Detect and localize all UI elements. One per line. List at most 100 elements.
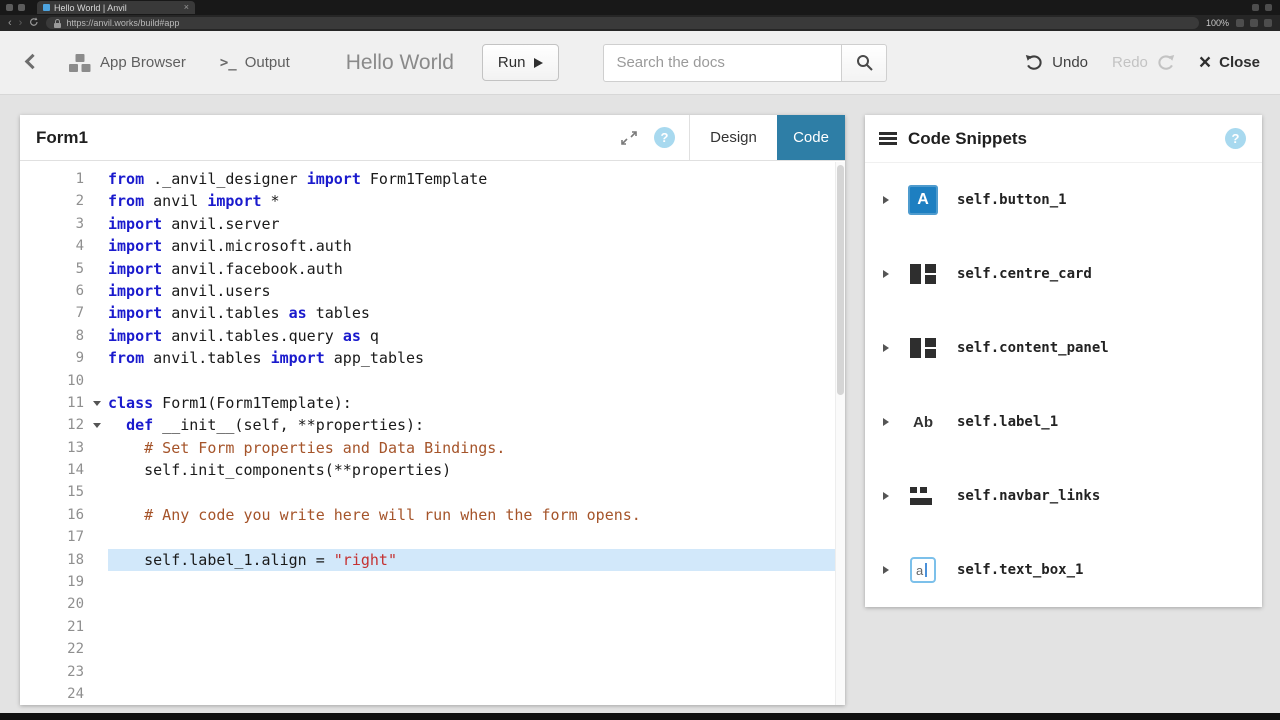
code-line[interactable]: 12 def __init__(self, **properties): [20, 414, 835, 436]
code-line[interactable]: 18 self.label_1.align = "right" [20, 549, 835, 571]
window-controls[interactable] [6, 4, 25, 11]
code-line[interactable]: 22 [20, 638, 835, 660]
code-text [108, 481, 835, 503]
code-line[interactable]: 9from anvil.tables import app_tables [20, 347, 835, 369]
line-number: 6 [20, 280, 108, 302]
back-button[interactable] [22, 53, 42, 73]
code-line[interactable]: 23 [20, 661, 835, 683]
form-help-button[interactable]: ? [654, 127, 675, 148]
code-line[interactable]: 2from anvil import * [20, 190, 835, 212]
browser-tab[interactable]: Hello World | Anvil × [37, 1, 195, 14]
window-control-icon[interactable] [18, 4, 25, 11]
expand-icon [620, 130, 638, 146]
code-line[interactable]: 8import anvil.tables.query as q [20, 325, 835, 347]
app-title: Hello World [346, 51, 454, 75]
snippets-header: Code Snippets ? [865, 115, 1262, 163]
snippet-icon-wrap: a [901, 557, 945, 583]
browser-extension-icons[interactable] [1252, 4, 1272, 11]
snippet-item[interactable]: aself.text_box_1 [865, 533, 1262, 607]
tab-close-icon[interactable]: × [184, 3, 189, 12]
code-line[interactable]: 16 # Any code you write here will run wh… [20, 504, 835, 526]
app-browser-label: App Browser [100, 54, 186, 71]
code-line[interactable]: 19 [20, 571, 835, 593]
code-line[interactable]: 1from ._anvil_designer import Form1Templ… [20, 168, 835, 190]
line-number: 5 [20, 258, 108, 280]
app-browser-button[interactable]: App Browser [68, 53, 186, 73]
code-line[interactable]: 5import anvil.facebook.auth [20, 258, 835, 280]
browser-toolbar-icons[interactable] [1236, 19, 1272, 27]
line-number: 20 [20, 593, 108, 615]
redo-icon [1156, 54, 1175, 71]
undo-button[interactable]: Undo [1025, 54, 1088, 71]
expand-button[interactable] [620, 130, 638, 146]
code-text: import anvil.tables.query as q [108, 325, 835, 347]
tab-design[interactable]: Design [689, 115, 777, 160]
redo-button[interactable]: Redo [1112, 54, 1175, 71]
browser-back-icon[interactable]: ‹ [8, 18, 12, 29]
caret-right-icon[interactable] [883, 196, 889, 204]
browser-refresh-icon[interactable] [29, 17, 39, 30]
snippet-icon-wrap [901, 338, 945, 358]
code-text [108, 526, 835, 548]
code-line[interactable]: 4import anvil.microsoft.auth [20, 235, 835, 257]
snippets-title: Code Snippets [908, 129, 1027, 149]
snippet-item[interactable]: self.centre_card [865, 237, 1262, 311]
undo-icon [1025, 54, 1044, 71]
editor-scrollbar[interactable] [835, 162, 845, 705]
search-input[interactable] [603, 44, 841, 82]
line-number: 7 [20, 302, 108, 324]
code-text: import anvil.server [108, 213, 835, 235]
fold-collapse-icon[interactable] [93, 401, 101, 406]
caret-right-icon[interactable] [883, 344, 889, 352]
code-line[interactable]: 11class Form1(Form1Template): [20, 392, 835, 414]
snippets-help-button[interactable]: ? [1225, 128, 1246, 149]
redo-label: Redo [1112, 54, 1148, 71]
zoom-level[interactable]: 100% [1206, 18, 1229, 28]
line-number: 21 [20, 616, 108, 638]
app-browser-cubes-icon [68, 53, 92, 73]
code-line[interactable]: 6import anvil.users [20, 280, 835, 302]
code-line[interactable]: 24 [20, 683, 835, 705]
snippet-item[interactable]: self.content_panel [865, 311, 1262, 385]
caret-right-icon[interactable] [883, 418, 889, 426]
code-line[interactable]: 14 self.init_components(**properties) [20, 459, 835, 481]
code-line[interactable]: 17 [20, 526, 835, 548]
scrollbar-thumb[interactable] [837, 165, 844, 395]
fold-collapse-icon[interactable] [93, 423, 101, 428]
address-bar[interactable]: https://anvil.works/build#app [46, 17, 1199, 29]
code-line[interactable]: 10 [20, 370, 835, 392]
search-button[interactable] [841, 44, 887, 82]
caret-right-icon[interactable] [883, 270, 889, 278]
browser-icon[interactable] [1236, 19, 1244, 27]
code-text: self.init_components(**properties) [108, 459, 835, 481]
snippet-list: Aself.button_1self.centre_cardself.conte… [865, 163, 1262, 607]
code-text: # Any code you write here will run when … [108, 504, 835, 526]
line-number: 15 [20, 481, 108, 503]
code-line[interactable]: 3import anvil.server [20, 213, 835, 235]
snippet-item[interactable]: self.navbar_links [865, 459, 1262, 533]
browser-icon[interactable] [1264, 19, 1272, 27]
code-line[interactable]: 7import anvil.tables as tables [20, 302, 835, 324]
close-button[interactable]: × Close [1199, 54, 1260, 72]
caret-right-icon[interactable] [883, 566, 889, 574]
line-number: 16 [20, 504, 108, 526]
code-line[interactable]: 13 # Set Form properties and Data Bindin… [20, 437, 835, 459]
run-button[interactable]: Run [482, 44, 560, 81]
code-line[interactable]: 20 [20, 593, 835, 615]
snippet-item[interactable]: Aself.button_1 [865, 163, 1262, 237]
code-editor[interactable]: 1from ._anvil_designer import Form1Templ… [20, 162, 835, 705]
code-line[interactable]: 15 [20, 481, 835, 503]
snippet-label: self.button_1 [957, 192, 1067, 208]
extension-icon[interactable] [1252, 4, 1259, 11]
line-number: 19 [20, 571, 108, 593]
snippet-item[interactable]: Abself.label_1 [865, 385, 1262, 459]
caret-right-icon[interactable] [883, 492, 889, 500]
browser-forward-icon[interactable]: › [19, 18, 23, 29]
output-button[interactable]: >_ Output [220, 54, 290, 71]
tab-code[interactable]: Code [777, 115, 845, 160]
code-line[interactable]: 21 [20, 616, 835, 638]
extension-icon[interactable] [1265, 4, 1272, 11]
window-control-icon[interactable] [6, 4, 13, 11]
browser-icon[interactable] [1250, 19, 1258, 27]
lock-icon [54, 19, 61, 28]
